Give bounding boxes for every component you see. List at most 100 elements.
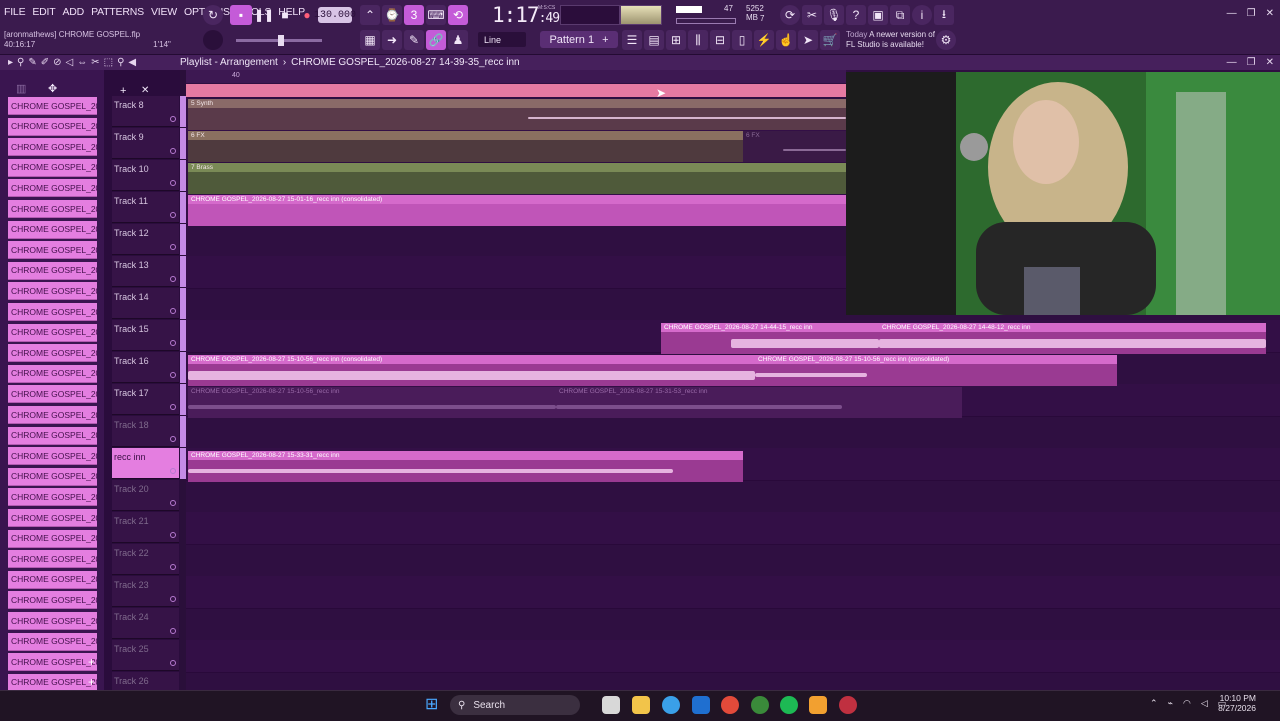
track-mute-icon[interactable] bbox=[170, 404, 176, 410]
picker-item[interactable]: CHROME GOSPEL_2026-0... bbox=[8, 344, 97, 363]
piano-roll-icon[interactable]: ▦ bbox=[360, 30, 380, 50]
playlist-icon[interactable]: ☰ bbox=[622, 30, 642, 50]
picker-add-icon[interactable]: + bbox=[88, 675, 95, 689]
picker-item[interactable]: CHROME GOSPEL_2026-0... bbox=[8, 488, 97, 507]
playlist-close-icon[interactable]: ✕ bbox=[1266, 57, 1274, 68]
picker-move-icon[interactable]: ✥ bbox=[48, 82, 57, 95]
close-icon[interactable]: ✕ bbox=[1266, 8, 1274, 19]
clip-fx-ghost[interactable]: 6 FX bbox=[743, 131, 846, 162]
picker-item[interactable]: CHROME GOSPEL_2026-0... bbox=[8, 447, 97, 466]
stop-button[interactable]: ■ bbox=[275, 5, 295, 25]
undo-history-icon[interactable]: ⟳ bbox=[780, 5, 800, 25]
track-mute-icon[interactable] bbox=[170, 116, 176, 122]
menu-edit[interactable]: EDIT bbox=[32, 6, 55, 18]
tray-network-icon[interactable]: ⌁ bbox=[1168, 698, 1173, 709]
track-mute-icon[interactable] bbox=[170, 180, 176, 186]
track-header[interactable]: Track 17 bbox=[112, 384, 179, 415]
track-header[interactable]: Track 22 bbox=[112, 544, 179, 575]
tray-chevron-icon[interactable]: ⌃ bbox=[1150, 698, 1158, 709]
track-lane[interactable] bbox=[186, 480, 1280, 513]
track-lane[interactable] bbox=[186, 576, 1280, 609]
select-icon[interactable]: ⬚ bbox=[104, 57, 113, 68]
picker-item[interactable]: CHROME GOSPEL_2026-0... bbox=[8, 529, 97, 548]
track-header[interactable]: Track 25 bbox=[112, 640, 179, 671]
pattern-selector[interactable]: Pattern 1 + bbox=[540, 31, 618, 48]
track-lane[interactable] bbox=[186, 512, 1280, 545]
playlist-restore-icon[interactable]: ❐ bbox=[1247, 57, 1256, 68]
picker-item[interactable]: CHROME GOSPEL_2026-0... bbox=[8, 550, 97, 569]
track-header[interactable]: Track 16 bbox=[112, 352, 179, 383]
clip-track11[interactable]: CHROME GOSPEL_2026-08-27 15-01-16_recc i… bbox=[188, 195, 846, 226]
task-view-icon[interactable] bbox=[602, 696, 620, 714]
picker-item[interactable]: CHROME GOSPEL_2026-0... bbox=[8, 467, 97, 486]
touch-icon[interactable]: ☝ bbox=[776, 30, 796, 50]
track-mute-icon[interactable] bbox=[170, 148, 176, 154]
track-lane[interactable] bbox=[186, 416, 1280, 449]
picker-item[interactable]: CHROME GOSPEL_2026-0... bbox=[8, 406, 97, 424]
restore-icon[interactable]: ❐ bbox=[1247, 8, 1256, 19]
slice-icon[interactable]: ✂ bbox=[91, 57, 99, 68]
menu-add[interactable]: ADD bbox=[63, 6, 85, 18]
countdown-icon[interactable]: 3 bbox=[404, 5, 424, 25]
playback-icon[interactable]: ◀ bbox=[128, 57, 136, 68]
paint-icon[interactable]: ✐ bbox=[41, 57, 49, 68]
arrow-icon[interactable]: ➜ bbox=[382, 30, 402, 50]
picker-item[interactable]: CHROME GOSPEL_2026-0... bbox=[8, 426, 97, 445]
song-mode-toggle[interactable]: ▪ bbox=[230, 5, 252, 25]
picker-item[interactable]: CHROME GOSPEL_2026-0... bbox=[8, 509, 97, 527]
track-header[interactable]: Track 12 bbox=[112, 224, 179, 255]
slider-knob[interactable] bbox=[278, 35, 284, 46]
picker-item[interactable]: CHROME GOSPEL_2026-0... bbox=[8, 570, 97, 589]
send-icon[interactable]: ➤ bbox=[798, 30, 818, 50]
track-mute-icon[interactable] bbox=[170, 244, 176, 250]
track-mute-icon[interactable] bbox=[170, 212, 176, 218]
pitch-knob[interactable] bbox=[203, 30, 223, 50]
track-mute-icon[interactable] bbox=[170, 308, 176, 314]
play-arrow-icon[interactable]: ▸ bbox=[8, 57, 13, 68]
track-mute-icon[interactable] bbox=[170, 468, 176, 474]
clip-track17-b[interactable]: CHROME GOSPEL_2026-08-27 15-31-53_recc i… bbox=[556, 387, 962, 418]
browser-icon[interactable]: ⊟ bbox=[710, 30, 730, 50]
link-icon[interactable]: 🔗 bbox=[426, 30, 446, 50]
track-header[interactable]: Track 11 bbox=[112, 192, 179, 223]
tray-volume-icon[interactable]: ◁ bbox=[1201, 698, 1208, 709]
store-icon[interactable] bbox=[692, 696, 710, 714]
track-header[interactable]: recc inn bbox=[112, 448, 179, 479]
whatsapp-icon[interactable] bbox=[751, 696, 769, 714]
clip-track16-a[interactable]: CHROME GOSPEL_2026-08-27 15-10-56_recc i… bbox=[188, 355, 755, 386]
channel-rack-icon[interactable]: ▤ bbox=[644, 30, 664, 50]
picker-item[interactable]: CHROME GOSPEL_2026-0... bbox=[8, 364, 97, 383]
picker-item[interactable]: CHROME GOSPEL_2026-0... bbox=[8, 158, 97, 177]
mixer-icon[interactable]: ⊞ bbox=[666, 30, 686, 50]
taskbar-search[interactable]: ⚲ Search bbox=[450, 695, 580, 715]
delete-icon[interactable]: ⊘ bbox=[53, 57, 61, 68]
fl-studio-icon[interactable] bbox=[809, 696, 827, 714]
snap-selector[interactable]: Line bbox=[478, 32, 526, 47]
minimize-icon[interactable]: — bbox=[1227, 8, 1237, 19]
cart-icon[interactable]: 🛒 bbox=[820, 30, 840, 50]
picker-item[interactable]: CHROME GOSPEL_2026-0... bbox=[8, 323, 97, 342]
magnet-icon[interactable]: ⚲ bbox=[17, 57, 24, 68]
picker-item[interactable]: CHROME GOSPEL_2026-0... bbox=[8, 97, 97, 115]
metronome-icon[interactable]: ⌃ bbox=[360, 5, 380, 25]
track-header[interactable]: Track 18 bbox=[112, 416, 179, 447]
mute-icon[interactable]: ◁ bbox=[66, 57, 74, 68]
stamp-icon[interactable]: ♟ bbox=[448, 30, 468, 50]
pencil-icon[interactable]: ✎ bbox=[404, 30, 424, 50]
picker-item[interactable]: CHROME GOSPEL_2026-0... bbox=[8, 117, 97, 136]
picker-item[interactable]: CHROME GOSPEL_2026-0... bbox=[8, 385, 97, 404]
clip-track17-a[interactable]: CHROME GOSPEL_2026-08-27 15-10-56_recc i… bbox=[188, 387, 556, 418]
track-lane[interactable] bbox=[186, 640, 1280, 673]
tempo-display[interactable]: 130.000 bbox=[314, 7, 356, 23]
clip-track16-b[interactable]: CHROME GOSPEL_2026-08-27 15-10-56_recc i… bbox=[755, 355, 1117, 386]
track-mute-icon[interactable] bbox=[170, 564, 176, 570]
windows-start-icon[interactable]: ⊞ bbox=[425, 696, 443, 714]
picker-item[interactable]: CHROME GOSPEL_2026-0... bbox=[8, 179, 97, 198]
pattern-add-icon[interactable]: + bbox=[602, 34, 608, 46]
picker-item[interactable]: CHROME GOSPEL_2026-0... bbox=[8, 632, 97, 651]
file-explorer-icon[interactable] bbox=[632, 696, 650, 714]
taskbar-clock[interactable]: 10:10 PM 8/27/2026 bbox=[1218, 693, 1256, 713]
picker-item[interactable]: CHROME GOSPEL_2026-0... bbox=[8, 303, 97, 321]
zoom-icon[interactable]: ⚲ bbox=[117, 57, 124, 68]
chrome-icon[interactable] bbox=[721, 696, 739, 714]
